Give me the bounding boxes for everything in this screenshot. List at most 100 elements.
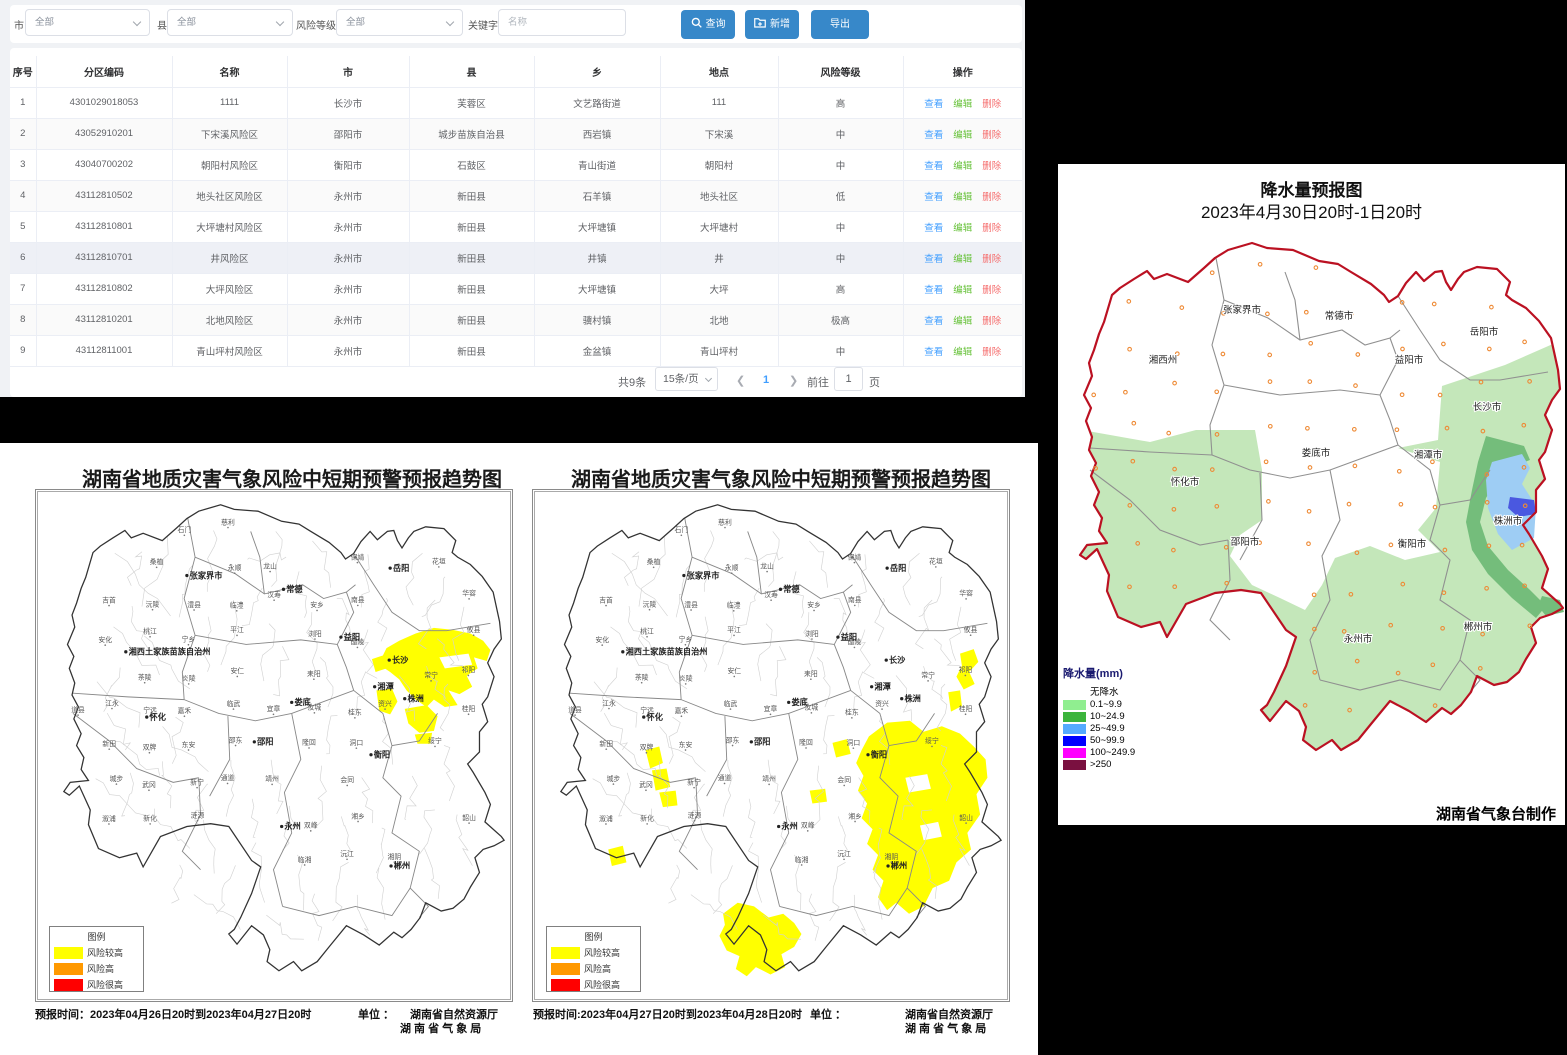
svg-text:衡阳: 衡阳: [373, 749, 390, 759]
svg-text:湘西土家族苗族自治州: 湘西土家族苗族自治州: [129, 647, 211, 657]
svg-text:湘潭: 湘潭: [874, 681, 890, 691]
svg-text:娄底市: 娄底市: [1302, 447, 1331, 459]
svg-text:常德市: 常德市: [1325, 310, 1354, 322]
svg-text:耒阳: 耒阳: [307, 669, 321, 678]
svg-text:湘西州: 湘西州: [1149, 354, 1178, 366]
svg-text:花垣: 花垣: [432, 557, 446, 566]
svg-text:湘西土家族苗族自治州: 湘西土家族苗族自治州: [626, 647, 708, 657]
svg-text:永州: 永州: [780, 821, 797, 831]
svg-text:永州市: 永州市: [1344, 633, 1373, 645]
svg-text:邵阳: 邵阳: [753, 738, 770, 747]
svg-text:绥宁: 绥宁: [925, 736, 939, 745]
svg-text:隆回: 隆回: [302, 738, 316, 747]
svg-text:怀化: 怀化: [150, 712, 167, 722]
svg-text:武冈: 武冈: [639, 780, 653, 789]
svg-text:东安: 东安: [182, 740, 196, 749]
svg-text:韶山: 韶山: [462, 813, 476, 822]
svg-text:道县: 道县: [71, 705, 85, 714]
svg-text:新宁: 新宁: [190, 777, 204, 786]
svg-text:新田: 新田: [102, 739, 116, 748]
svg-text:新田: 新田: [599, 739, 613, 748]
svg-text:嘉禾: 嘉禾: [675, 706, 689, 715]
svg-text:浏阳: 浏阳: [308, 629, 322, 638]
svg-text:靖州: 靖州: [762, 774, 776, 783]
svg-text:新化: 新化: [143, 814, 157, 823]
svg-text:长沙: 长沙: [392, 655, 409, 665]
svg-text:绥宁: 绥宁: [428, 736, 442, 745]
svg-text:澧县: 澧县: [187, 600, 201, 609]
svg-text:溆浦: 溆浦: [102, 814, 116, 823]
svg-text:祁阳: 祁阳: [462, 665, 476, 674]
svg-text:株洲: 株洲: [407, 693, 423, 703]
svg-text:湘乡: 湘乡: [351, 811, 365, 820]
svg-text:岳阳: 岳阳: [890, 563, 906, 573]
svg-text:攸县: 攸县: [467, 625, 481, 634]
svg-text:城步: 城步: [607, 775, 621, 783]
svg-text:龙山: 龙山: [263, 561, 277, 570]
svg-text:邵阳: 邵阳: [256, 738, 273, 747]
svg-text:桂东: 桂东: [348, 708, 362, 717]
svg-text:资兴: 资兴: [875, 699, 889, 708]
svg-text:邵阳市: 邵阳市: [1231, 536, 1260, 548]
svg-text:吉首: 吉首: [102, 595, 116, 604]
svg-text:炎陵: 炎陵: [679, 674, 693, 683]
svg-text:道县: 道县: [568, 705, 582, 714]
svg-text:安仁: 安仁: [230, 666, 244, 675]
svg-text:宜章: 宜章: [764, 704, 778, 713]
svg-text:花垣: 花垣: [929, 557, 943, 566]
svg-text:常德: 常德: [783, 584, 800, 594]
svg-text:益阳: 益阳: [344, 632, 360, 642]
svg-text:湘乡: 湘乡: [848, 811, 862, 820]
svg-text:嘉禾: 嘉禾: [178, 706, 192, 715]
svg-text:桂东: 桂东: [845, 708, 859, 717]
svg-text:东安: 东安: [679, 740, 693, 749]
svg-text:武冈: 武冈: [142, 780, 156, 789]
svg-text:桑植: 桑植: [150, 557, 164, 566]
svg-text:耒阳: 耒阳: [804, 669, 818, 678]
svg-text:沅陵: 沅陵: [146, 599, 160, 608]
svg-text:湘阴: 湘阴: [885, 852, 899, 861]
svg-text:临武: 临武: [227, 699, 241, 708]
svg-text:石门: 石门: [177, 525, 191, 534]
svg-text:炎陵: 炎陵: [182, 674, 196, 683]
svg-text:株洲市: 株洲市: [1494, 515, 1523, 527]
svg-text:长沙市: 长沙市: [1473, 401, 1502, 413]
svg-text:沅江: 沅江: [837, 850, 851, 858]
svg-text:资兴: 资兴: [378, 699, 392, 708]
svg-text:龙山: 龙山: [760, 561, 774, 570]
svg-text:会同: 会同: [340, 775, 354, 784]
svg-text:衡阳市: 衡阳市: [1398, 538, 1427, 550]
svg-text:邵东: 邵东: [229, 735, 243, 744]
svg-text:宁乡: 宁乡: [679, 635, 693, 644]
svg-text:城步: 城步: [110, 775, 124, 783]
svg-text:溆浦: 溆浦: [599, 814, 613, 823]
svg-text:宁乡: 宁乡: [182, 635, 196, 644]
svg-text:洞口: 洞口: [847, 738, 861, 747]
svg-text:攸县: 攸县: [964, 625, 978, 634]
svg-text:靖州: 靖州: [265, 774, 279, 783]
svg-text:郴州: 郴州: [891, 861, 907, 871]
svg-text:沅江: 沅江: [340, 850, 354, 858]
svg-text:沅陵: 沅陵: [643, 599, 657, 608]
svg-text:通道: 通道: [221, 773, 235, 782]
svg-text:双峰: 双峰: [801, 821, 815, 830]
svg-text:平江: 平江: [727, 626, 741, 634]
svg-text:新宁: 新宁: [687, 777, 701, 786]
svg-text:益阳: 益阳: [841, 632, 857, 642]
svg-text:汉寿: 汉寿: [267, 590, 281, 599]
svg-text:临湘: 临湘: [298, 855, 312, 864]
svg-text:怀化市: 怀化市: [1171, 476, 1200, 488]
svg-text:通道: 通道: [718, 773, 732, 782]
svg-text:常宁: 常宁: [921, 671, 935, 680]
svg-text:娄底: 娄底: [791, 697, 808, 707]
svg-text:双牌: 双牌: [640, 743, 654, 752]
svg-text:临武: 临武: [724, 699, 738, 708]
svg-text:临澧: 临澧: [230, 601, 244, 610]
svg-text:常宁: 常宁: [424, 671, 438, 680]
svg-text:益阳市: 益阳市: [1395, 354, 1424, 366]
svg-text:株洲: 株洲: [904, 693, 920, 703]
svg-text:保靖: 保靖: [848, 552, 862, 561]
svg-text:浏阳: 浏阳: [805, 629, 819, 638]
svg-text:慈利: 慈利: [221, 517, 235, 526]
svg-text:宜章: 宜章: [267, 704, 281, 713]
